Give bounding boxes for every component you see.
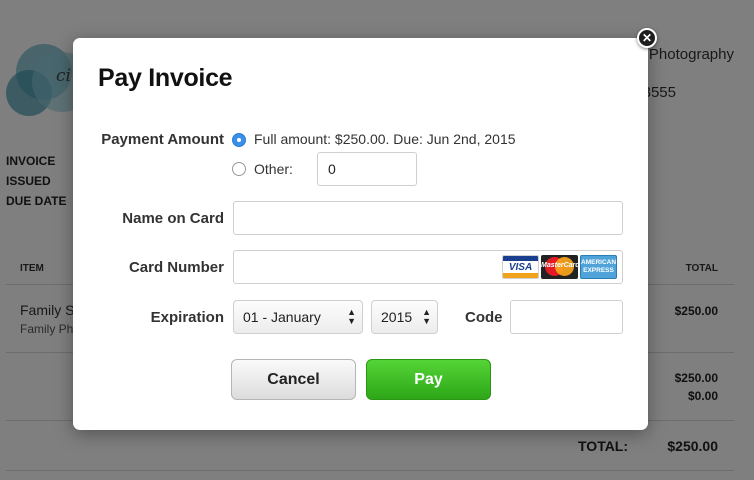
full-amount-option-label[interactable]: Full amount: $250.00. Due: Jun 2nd, 2015 bbox=[254, 131, 516, 147]
mastercard-icon: MasterCard bbox=[541, 255, 578, 279]
pay-invoice-dialog: Pay Invoice Payment Amount Full amount: … bbox=[73, 38, 648, 430]
name-on-card-label: Name on Card bbox=[122, 210, 224, 227]
card-number-label: Card Number bbox=[128, 259, 224, 276]
other-amount-option-label[interactable]: Other: bbox=[254, 161, 293, 177]
code-label: Code bbox=[465, 309, 503, 326]
select-arrows-icon: ▲ ▼ bbox=[422, 307, 431, 326]
expiration-label: Expiration bbox=[150, 309, 224, 326]
other-amount-input[interactable] bbox=[317, 152, 417, 186]
dialog-title: Pay Invoice bbox=[98, 64, 233, 92]
year-selected-value: 2015 bbox=[381, 309, 413, 325]
cancel-button[interactable]: Cancel bbox=[231, 359, 356, 400]
other-amount-radio[interactable] bbox=[232, 162, 246, 176]
amex-icon: AMERICAN EXPRESS bbox=[580, 255, 617, 279]
full-amount-radio[interactable] bbox=[232, 133, 246, 147]
select-arrows-icon: ▲ ▼ bbox=[347, 307, 356, 326]
close-icon[interactable]: ✕ bbox=[637, 28, 657, 48]
visa-icon: VISA bbox=[502, 255, 539, 279]
security-code-input[interactable] bbox=[510, 300, 623, 334]
payment-amount-label: Payment Amount bbox=[101, 131, 224, 148]
expiration-month-select[interactable]: 01 - January ▲ ▼ bbox=[233, 300, 363, 334]
name-on-card-input[interactable] bbox=[233, 201, 623, 235]
pay-button[interactable]: Pay bbox=[366, 359, 491, 400]
month-selected-value: 01 - January bbox=[243, 309, 321, 325]
expiration-year-select[interactable]: 2015 ▲ ▼ bbox=[371, 300, 438, 334]
